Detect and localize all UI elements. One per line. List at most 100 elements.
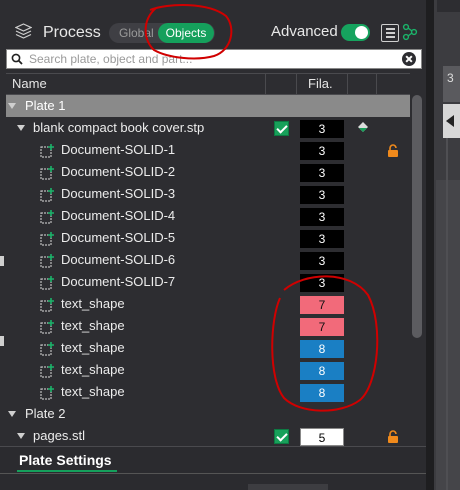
plate-settings-bar: Plate Settings	[0, 446, 426, 490]
part-icon	[40, 364, 54, 378]
filament-selector[interactable]: 3	[300, 142, 344, 160]
advanced-toggle[interactable]	[341, 24, 370, 41]
part-label: text_shape	[61, 384, 125, 399]
part-row[interactable]: Document-SOLID-5 3	[6, 227, 410, 249]
part-label: Document-SOLID-3	[61, 186, 176, 201]
expand-caret-icon[interactable]	[8, 103, 16, 109]
collapse-arrow-icon[interactable]	[443, 104, 460, 138]
filament-selector[interactable]: 3	[300, 252, 344, 270]
part-icon	[40, 320, 54, 334]
viewport-bed	[436, 180, 460, 490]
filament-selector[interactable]: 5	[300, 428, 344, 446]
part-row[interactable]: text_shape 7	[6, 315, 410, 337]
part-row[interactable]: Document-SOLID-1 3	[6, 139, 410, 161]
filament-selector[interactable]: 3	[300, 230, 344, 248]
object-tree: Plate 1 blank compact book cover.stp 3 Docu…	[0, 95, 410, 446]
left-gutter-mark	[0, 336, 4, 346]
search-icon	[11, 53, 23, 65]
part-label: text_shape	[61, 318, 125, 333]
part-row[interactable]: Document-SOLID-3 3	[6, 183, 410, 205]
paint-icon[interactable]	[356, 120, 370, 134]
part-icon	[40, 386, 54, 400]
part-row[interactable]: Document-SOLID-6 3	[6, 249, 410, 271]
clear-search-icon[interactable]	[402, 52, 416, 66]
object-label: pages.stl	[33, 428, 86, 443]
plate-settings-tab[interactable]: Plate Settings	[19, 452, 112, 468]
plate-label: Plate 2	[25, 406, 66, 421]
part-label: text_shape	[61, 362, 125, 377]
scrollbar-thumb[interactable]	[412, 95, 422, 338]
object-row[interactable]: blank compact book cover.stp 3	[6, 117, 410, 139]
connections-icon[interactable]	[402, 23, 418, 41]
part-label: Document-SOLID-7	[61, 274, 176, 289]
part-icon	[40, 232, 54, 246]
part-row[interactable]: Document-SOLID-4 3	[6, 205, 410, 227]
viewport-top	[437, 0, 460, 12]
part-icon	[40, 342, 54, 356]
search-bar	[6, 49, 422, 69]
filament-selector[interactable]: 3	[300, 164, 344, 182]
plate-row[interactable]: Plate 2	[6, 403, 410, 425]
part-icon	[40, 144, 54, 158]
part-icon	[40, 276, 54, 290]
mode-objects-tab[interactable]: Objects	[158, 23, 214, 43]
mode-global-tab[interactable]: Global	[119, 26, 154, 40]
part-label: text_shape	[61, 296, 125, 311]
part-label: Document-SOLID-5	[61, 230, 176, 245]
filament-selector[interactable]: 3	[300, 186, 344, 204]
plate-label: Plate 1	[25, 98, 66, 113]
filament-selector[interactable]: 7	[300, 318, 344, 336]
filament-selector[interactable]: 8	[300, 340, 344, 358]
part-icon	[40, 298, 54, 312]
panel-header: Process Global Objects Advanced	[0, 0, 426, 46]
filament-selector[interactable]: 3	[300, 120, 344, 138]
part-icon	[40, 188, 54, 202]
plate-row[interactable]: Plate 1	[6, 95, 410, 117]
part-row[interactable]: text_shape 7	[6, 293, 410, 315]
object-label: blank compact book cover.stp	[33, 120, 205, 135]
printable-checkbox[interactable]	[274, 429, 289, 444]
viewport-strip: 3	[426, 0, 460, 490]
filament-selector[interactable]: 8	[300, 362, 344, 380]
search-input[interactable]	[29, 51, 399, 67]
unlock-icon[interactable]	[387, 430, 399, 443]
part-row[interactable]: text_shape 8	[6, 337, 410, 359]
setting-field[interactable]	[248, 484, 328, 490]
part-label: Document-SOLID-2	[61, 164, 176, 179]
tree-scrollbar[interactable]	[410, 73, 424, 446]
part-label: Document-SOLID-1	[61, 142, 176, 157]
expand-caret-icon[interactable]	[17, 433, 25, 439]
column-header: Name Fila.	[6, 73, 410, 95]
part-row[interactable]: Document-SOLID-7 3	[6, 271, 410, 293]
objects-panel: Process Global Objects Advanced Name Fil…	[0, 0, 426, 490]
layer-number: 3	[443, 66, 460, 102]
plate-settings-underline	[17, 470, 117, 472]
filament-selector[interactable]: 3	[300, 208, 344, 226]
part-row[interactable]: Document-SOLID-2 3	[6, 161, 410, 183]
viewport-line	[446, 110, 448, 490]
divider	[0, 473, 426, 474]
part-label: Document-SOLID-6	[61, 252, 176, 267]
expand-caret-icon[interactable]	[17, 125, 25, 131]
unlock-icon[interactable]	[387, 144, 399, 157]
part-icon	[40, 254, 54, 268]
object-row[interactable]: pages.stl 5	[6, 425, 410, 446]
part-icon	[40, 166, 54, 180]
advanced-label: Advanced	[271, 23, 338, 40]
filament-selector[interactable]: 8	[300, 384, 344, 402]
filament-selector[interactable]: 7	[300, 296, 344, 314]
part-row[interactable]: text_shape 8	[6, 381, 410, 403]
column-name[interactable]: Name	[12, 74, 47, 94]
part-row[interactable]: text_shape 8	[6, 359, 410, 381]
layers-icon	[15, 23, 32, 39]
filament-selector[interactable]: 3	[300, 274, 344, 292]
list-view-icon[interactable]	[381, 24, 399, 42]
column-filament[interactable]: Fila.	[308, 74, 333, 94]
expand-caret-icon[interactable]	[8, 411, 16, 417]
viewport-divider	[426, 0, 434, 490]
part-label: text_shape	[61, 340, 125, 355]
mode-switch: Global Objects	[109, 23, 215, 43]
part-label: Document-SOLID-4	[61, 208, 176, 223]
part-icon	[40, 210, 54, 224]
printable-checkbox[interactable]	[274, 121, 289, 136]
